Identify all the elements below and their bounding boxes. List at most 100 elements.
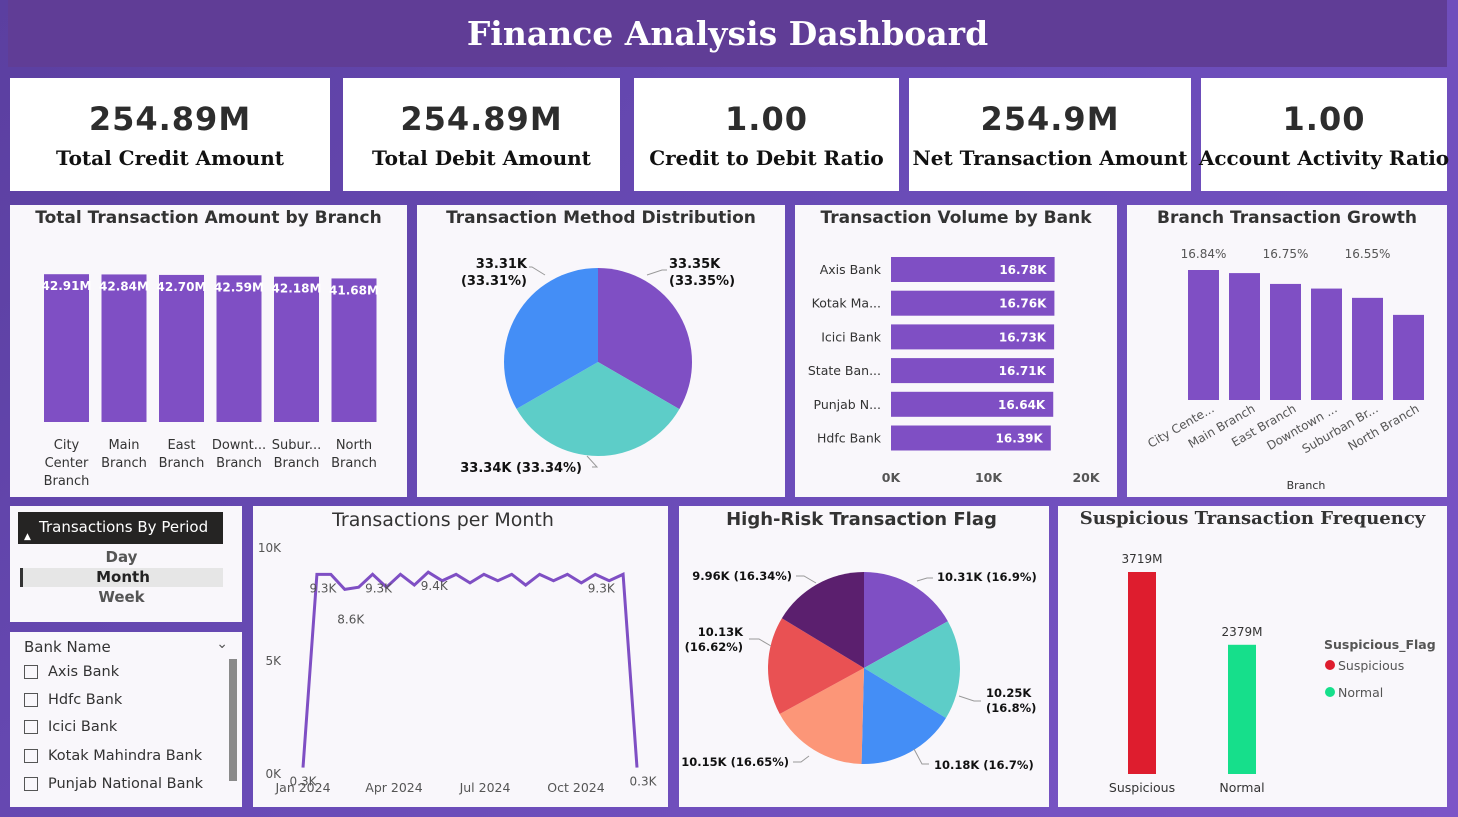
data-label: (16.62%) [685, 640, 743, 654]
data-label: 3719M [1122, 552, 1163, 566]
legend-marker [1325, 660, 1335, 670]
data-label: 9.3K [309, 581, 337, 595]
legend-label: Normal [1338, 685, 1383, 700]
data-label: 42.70M [157, 280, 207, 294]
leader-line [529, 266, 546, 276]
bar [1270, 283, 1301, 400]
bar [101, 274, 147, 422]
kpi-label: Account Activity Ratio [1198, 145, 1450, 170]
kpi-label: Credit to Debit Ratio [649, 145, 884, 170]
kpi-total-credit: 254.89M Total Credit Amount [10, 78, 330, 191]
checkbox[interactable] [24, 777, 38, 791]
period-slicer-title: Transactions By Period [39, 518, 209, 536]
bar [1188, 270, 1219, 400]
tick-label: Jan 2024 [274, 780, 330, 795]
bank-option[interactable]: Punjab National Bank [24, 776, 203, 792]
tick-label: 10K [258, 541, 282, 555]
bar [1393, 314, 1424, 400]
branch-amount-panel: Total Transaction Amount by Branch 42.91… [10, 205, 407, 497]
bar [216, 275, 262, 422]
tick-label: East [167, 438, 195, 453]
bank-slicer: Bank Name ⌄ Axis Bank Hdfc Bank Icici Ba… [10, 632, 242, 807]
data-label: 10.15K (16.65%) [681, 755, 789, 769]
branch-amount-chart: 42.91M City Center Branch 42.84M Main Branch 42… [42, 274, 379, 489]
kpi-net-transaction: 254.9M Net Transaction Amount [909, 78, 1191, 191]
checkbox[interactable] [24, 720, 38, 734]
kpi-label: Total Credit Amount [56, 145, 284, 170]
dashboard-title: Finance Analysis Dashboard [466, 14, 989, 53]
suspicious-chart: 3719M Suspicious 2379M Normal Suspicious_Fla… [1109, 552, 1436, 795]
data-label: 42.18M [272, 282, 322, 296]
data-label: 2379M [1222, 625, 1263, 639]
period-option-day[interactable]: Day [20, 548, 223, 567]
data-label: 10.31K (16.9%) [937, 570, 1037, 584]
tick-label: 10K [975, 470, 1003, 485]
data-label: 33.35K [669, 257, 721, 272]
bar [1128, 572, 1156, 774]
tick-label: Oct 2024 [547, 780, 604, 795]
tx-month-panel: Transactions per Month 10K 5K 0K 0.3K 9.3K 8.… [253, 506, 668, 807]
kpi-value: 1.00 [1282, 99, 1366, 138]
bar [1311, 288, 1342, 400]
leader-line [586, 455, 599, 468]
leader-line [796, 575, 817, 584]
kpi-value: 254.89M [400, 99, 563, 138]
data-label: 9.4K [421, 579, 449, 593]
bar [274, 276, 319, 422]
tick-label: Branch [331, 456, 377, 471]
kpi-value: 1.00 [725, 99, 808, 138]
bank-option[interactable]: Kotak Mahindra Bank [24, 748, 202, 764]
kpi-account-activity: 1.00 Account Activity Ratio [1198, 78, 1450, 191]
tick-label: Normal [1219, 780, 1264, 795]
tick-label: Icici Bank [821, 329, 882, 344]
legend-label: Suspicious [1338, 658, 1404, 673]
data-label: 10.18K (16.7%) [934, 758, 1034, 772]
tx-month-chart: 10K5K0K0.3K9.3K8.6K9.3K 9.4K 9.3K0.3KJan 2… [258, 541, 658, 795]
bank-volume-panel: Transaction Volume by Bank 16.78K Axis Ba… [795, 205, 1117, 497]
kpi-total-debit: 254.89M Total Debit Amount [343, 78, 620, 191]
data-label: 16.73K [999, 330, 1047, 344]
tick-label: Hdfc Bank [817, 431, 882, 446]
bar [1229, 273, 1260, 400]
bar [159, 274, 204, 422]
bank-option[interactable]: Hdfc Bank [24, 692, 122, 708]
period-option-month[interactable]: Month [20, 568, 223, 587]
tick-label: Branch [44, 474, 90, 489]
tick-label: North Branch [1345, 401, 1421, 453]
bank-slicer-title: Bank Name [24, 638, 111, 656]
bar [1228, 644, 1256, 774]
bar [331, 278, 377, 422]
series-line [301, 570, 639, 768]
bank-option[interactable]: Icici Bank [24, 719, 117, 735]
checkbox[interactable] [24, 693, 38, 707]
period-slicer-header[interactable]: Transactions By Period ▲ [18, 512, 223, 544]
bank-option-label: Icici Bank [48, 719, 118, 735]
tick-label: Branch [274, 456, 320, 471]
axis-label: Branch [1287, 479, 1326, 492]
data-label: 42.91M [42, 279, 92, 293]
legend-marker [1325, 687, 1335, 697]
data-label: (33.35%) [669, 274, 735, 289]
checkbox[interactable] [24, 665, 38, 679]
leader-line [913, 748, 929, 765]
kpi-value: 254.89M [88, 99, 252, 138]
tick-label: City [54, 438, 80, 453]
data-label: 10.25K [986, 686, 1032, 700]
legend-title: Suspicious_Flag [1324, 637, 1436, 653]
tick-label: 5K [265, 654, 282, 668]
chevron-down-icon[interactable]: ⌄ [216, 636, 228, 652]
checkbox[interactable] [24, 749, 38, 763]
leader-line [646, 269, 667, 276]
bank-slicer-scrollbar[interactable] [229, 659, 237, 781]
period-option-week[interactable]: Week [20, 588, 223, 607]
bar [1352, 297, 1383, 400]
tick-label: 0K [882, 470, 902, 485]
tick-label: Branch [216, 456, 262, 471]
data-label: 16.75% [1263, 247, 1309, 261]
bank-option[interactable]: Axis Bank [24, 664, 119, 680]
data-label: 33.31K [476, 257, 528, 272]
bank-option-label: Punjab National Bank [48, 776, 204, 792]
tick-label: 20K [1072, 470, 1100, 485]
tick-label: State Ban... [808, 363, 881, 378]
branch-growth-panel: Branch Transaction Growth 16.84% City Cen… [1127, 205, 1447, 497]
